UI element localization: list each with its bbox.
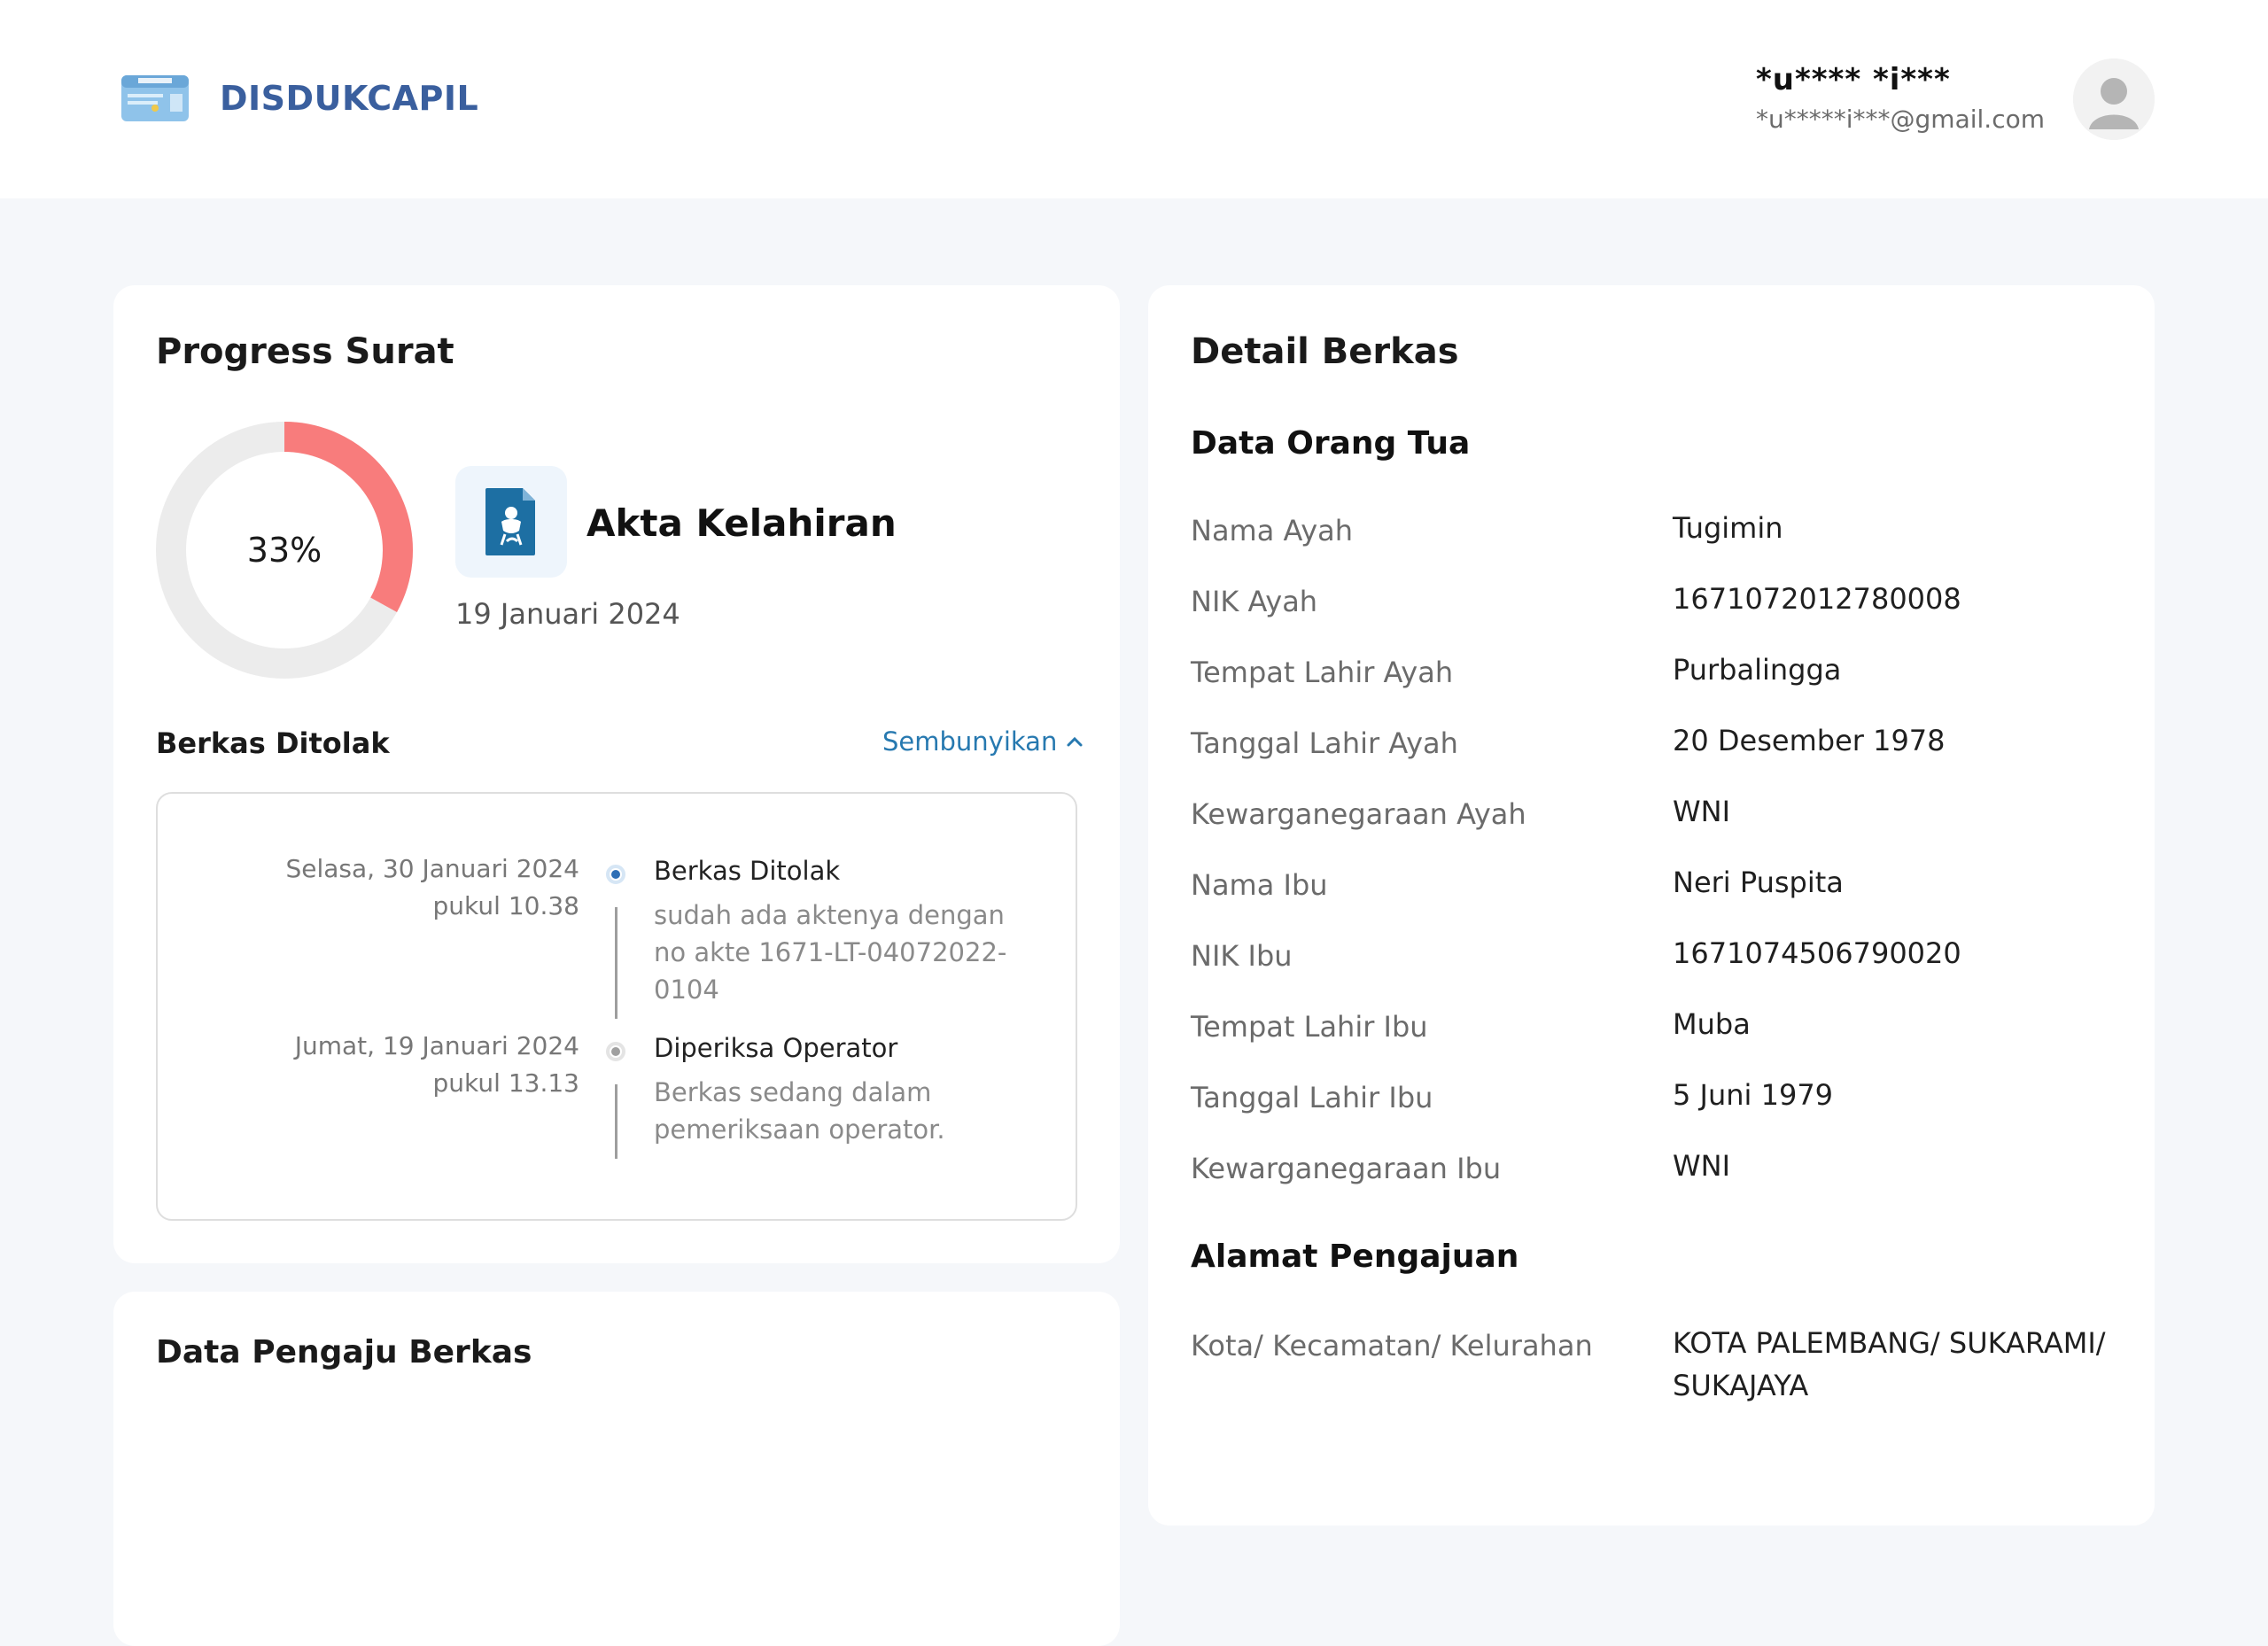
row-value: Neri Puspita (1673, 866, 1844, 899)
section-address-title: Alamat Pengajuan (1191, 1238, 1519, 1275)
top-header: DISDUKCAPIL *u**** *i*** *u*****i***@gma… (0, 0, 2268, 198)
ktp-card-icon (121, 75, 189, 121)
row-label: NIK Ibu (1191, 939, 1293, 973)
hide-timeline-label: Sembunyikan (882, 726, 1058, 757)
timeline-time: pukul 10.38 (432, 891, 579, 920)
row-value: Purbalingga (1673, 653, 1842, 687)
timeline-date: Selasa, 30 Januari 2024 (285, 854, 579, 883)
pengaju-title: Data Pengaju Berkas (156, 1334, 532, 1370)
timeline-dot-inactive (606, 1042, 625, 1061)
progress-percent: 33% (246, 531, 322, 570)
row-label: NIK Ayah (1191, 585, 1318, 618)
row-label: Tanggal Lahir Ayah (1191, 726, 1458, 760)
status-timeline: Selasa, 30 Januari 2024 pukul 10.38 Berk… (156, 792, 1077, 1221)
document-date: 19 Januari 2024 (455, 597, 680, 631)
pengaju-card: Data Pengaju Berkas (113, 1292, 1120, 1646)
row-value: 5 Juni 1979 (1673, 1078, 1834, 1112)
timeline-time: pukul 13.13 (432, 1068, 579, 1098)
progress-card: Progress Surat 33% Akta Kelahiran 19 Jan… (113, 285, 1120, 1263)
user-name: *u**** *i*** (1756, 62, 1951, 97)
row-label: Kewarganegaraan Ibu (1191, 1152, 1502, 1185)
timeline-desc: Berkas sedang dalam pemeriksaan operator… (654, 1077, 945, 1145)
user-avatar-icon[interactable] (2073, 58, 2155, 140)
row-label: Tempat Lahir Ibu (1191, 1010, 1428, 1044)
row-label: Nama Ibu (1191, 868, 1328, 902)
hide-timeline-button[interactable]: Sembunyikan (882, 726, 1084, 757)
timeline-item-date: Jumat, 19 Januari 2024 pukul 13.13 (295, 1028, 579, 1102)
detail-title: Detail Berkas (1191, 331, 1459, 372)
row-value: WNI (1673, 795, 1731, 828)
timeline-title: Berkas Ditolak (654, 856, 841, 886)
row-value: KOTA PALEMBANG/ SUKARAMI/ SUKAJAYA (1673, 1326, 2106, 1402)
row-label: Kota/ Kecamatan/ Kelurahan (1191, 1329, 1593, 1363)
timeline-item-date: Selasa, 30 Januari 2024 pukul 10.38 (285, 850, 579, 925)
timeline-desc: sudah ada aktenya dengan no akte 1671-LT… (654, 900, 1007, 1005)
timeline-dot-active (606, 865, 625, 884)
section-parents-title: Data Orang Tua (1191, 425, 1471, 462)
row-value: Tugimin (1673, 511, 1783, 545)
timeline-dot-inner (611, 1047, 620, 1056)
birth-certificate-icon (455, 466, 567, 578)
row-label: Nama Ayah (1191, 514, 1354, 547)
timeline-date: Jumat, 19 Januari 2024 (294, 1031, 579, 1060)
brand-name: DISDUKCAPIL (220, 79, 479, 118)
chevron-up-icon (1067, 736, 1083, 747)
timeline-dot-inner (611, 870, 620, 879)
timeline-title: Diperiksa Operator (654, 1033, 898, 1063)
timeline-connector (615, 1084, 617, 1159)
progress-title: Progress Surat (156, 331, 454, 372)
user-email: *u*****i***@gmail.com (1756, 105, 2045, 134)
row-value: 1671074506790020 (1673, 936, 1961, 970)
document-title: Akta Kelahiran (586, 501, 897, 545)
row-value: 20 Desember 1978 (1673, 724, 1946, 757)
detail-card: Detail Berkas Data Orang Tua Nama Ayah T… (1148, 285, 2155, 1526)
row-value: WNI (1673, 1149, 1731, 1183)
user-info[interactable]: *u**** *i*** *u*****i***@gmail.com (1756, 62, 2045, 134)
row-label: Kewarganegaraan Ayah (1191, 797, 1526, 831)
row-label: Tanggal Lahir Ibu (1191, 1081, 1433, 1114)
status-heading: Berkas Ditolak (156, 726, 390, 760)
row-value: 1671072012780008 (1673, 582, 1961, 616)
row-value: Muba (1673, 1007, 1751, 1041)
row-label: Tempat Lahir Ayah (1191, 656, 1454, 689)
brand[interactable]: DISDUKCAPIL (120, 74, 478, 122)
timeline-connector (615, 907, 617, 1019)
